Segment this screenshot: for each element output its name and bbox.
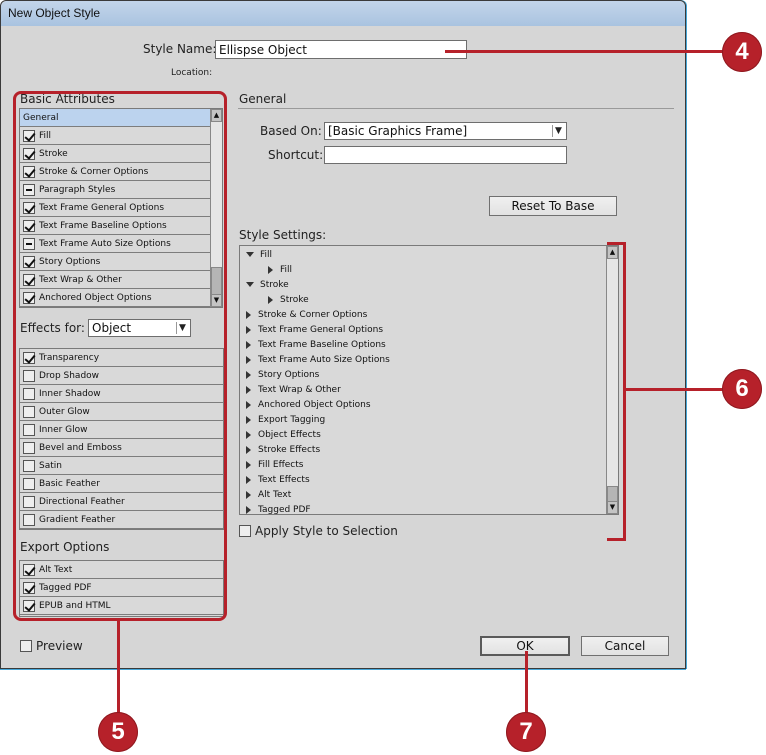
- apply-style-label: Apply Style to Selection: [255, 524, 398, 538]
- collapsed-triangle-icon[interactable]: [246, 400, 251, 409]
- style-setting-node[interactable]: Alt Text: [246, 487, 604, 502]
- style-settings-heading: Style Settings:: [239, 228, 327, 242]
- expanded-triangle-icon[interactable]: [246, 282, 254, 287]
- callout-5-badge: 5: [98, 712, 138, 752]
- collapsed-triangle-icon[interactable]: [246, 310, 251, 319]
- style-setting-label: Story Options: [258, 369, 320, 380]
- style-setting-node[interactable]: Text Frame Auto Size Options: [246, 352, 604, 367]
- callout-6-badge: 6: [722, 369, 762, 409]
- style-setting-label: Text Frame General Options: [258, 324, 384, 335]
- based-on-select[interactable]: [Basic Graphics Frame] ▼: [324, 122, 567, 140]
- style-setting-label: Object Effects: [258, 429, 321, 440]
- collapsed-triangle-icon[interactable]: [246, 385, 251, 394]
- cancel-button[interactable]: Cancel: [581, 636, 669, 656]
- callout-6-bracket-side: [623, 242, 626, 541]
- preview-checkbox-box[interactable]: [20, 640, 32, 652]
- style-setting-label: Export Tagging: [258, 414, 326, 425]
- preview-checkbox[interactable]: Preview: [20, 639, 83, 653]
- style-setting-node[interactable]: Text Frame Baseline Options: [246, 337, 604, 352]
- style-setting-node[interactable]: Fill Effects: [246, 457, 604, 472]
- style-setting-label: Alt Text: [258, 489, 292, 500]
- style-settings-scrollbar[interactable]: ▲ ▼: [606, 246, 618, 514]
- scroll-up-arrow-icon[interactable]: ▲: [607, 246, 618, 259]
- style-setting-node[interactable]: Tagged PDF: [246, 502, 604, 515]
- dropdown-arrow-icon: ▼: [552, 125, 564, 137]
- style-setting-label: Stroke Effects: [258, 444, 321, 455]
- callout-5-highlight-box: [13, 91, 227, 621]
- style-name-label: Style Name:: [143, 42, 217, 56]
- style-setting-node[interactable]: Stroke Effects: [246, 442, 604, 457]
- based-on-label: Based On:: [260, 124, 322, 138]
- apply-style-checkbox-box[interactable]: [239, 525, 251, 537]
- title-bar: New Object Style: [1, 1, 685, 26]
- style-setting-node[interactable]: Stroke: [246, 292, 604, 307]
- callout-6-line: [626, 388, 726, 391]
- style-setting-node[interactable]: Anchored Object Options: [246, 397, 604, 412]
- general-divider: [238, 108, 674, 109]
- style-setting-label: Fill: [280, 264, 293, 275]
- style-setting-label: Text Frame Baseline Options: [258, 339, 386, 350]
- window-title: New Object Style: [8, 6, 101, 20]
- collapsed-triangle-icon[interactable]: [246, 445, 251, 454]
- style-setting-node[interactable]: Object Effects: [246, 427, 604, 442]
- apply-style-checkbox[interactable]: Apply Style to Selection: [239, 524, 398, 538]
- callout-7-badge: 7: [506, 712, 546, 752]
- collapsed-triangle-icon[interactable]: [246, 430, 251, 439]
- collapsed-triangle-icon[interactable]: [268, 295, 273, 304]
- collapsed-triangle-icon[interactable]: [246, 505, 251, 514]
- preview-label: Preview: [36, 639, 83, 653]
- scroll-down-arrow-icon[interactable]: ▼: [607, 501, 618, 514]
- callout-7-line: [525, 651, 528, 715]
- style-setting-node[interactable]: Fill: [246, 247, 604, 262]
- collapsed-triangle-icon[interactable]: [246, 340, 251, 349]
- style-name-input[interactable]: Ellispse Object: [215, 40, 467, 59]
- style-setting-label: Text Frame Auto Size Options: [258, 354, 390, 365]
- scroll-thumb[interactable]: [607, 486, 618, 502]
- based-on-value: [Basic Graphics Frame]: [328, 124, 468, 138]
- collapsed-triangle-icon[interactable]: [246, 370, 251, 379]
- expanded-triangle-icon[interactable]: [246, 252, 254, 257]
- collapsed-triangle-icon[interactable]: [246, 325, 251, 334]
- callout-5-line: [117, 621, 120, 714]
- style-setting-node[interactable]: Text Wrap & Other: [246, 382, 604, 397]
- style-setting-label: Text Effects: [258, 474, 310, 485]
- collapsed-triangle-icon[interactable]: [246, 460, 251, 469]
- collapsed-triangle-icon[interactable]: [268, 265, 273, 274]
- callout-6-bracket-bottom: [607, 538, 626, 541]
- collapsed-triangle-icon[interactable]: [246, 415, 251, 424]
- reset-to-base-button[interactable]: Reset To Base: [489, 196, 617, 216]
- collapsed-triangle-icon[interactable]: [246, 355, 251, 364]
- callout-4-line: [445, 50, 723, 53]
- shortcut-input[interactable]: [324, 146, 567, 164]
- collapsed-triangle-icon[interactable]: [246, 490, 251, 499]
- callout-4-badge: 4: [722, 32, 762, 72]
- collapsed-triangle-icon[interactable]: [246, 475, 251, 484]
- style-setting-node[interactable]: Export Tagging: [246, 412, 604, 427]
- shortcut-label: Shortcut:: [268, 148, 324, 162]
- style-setting-label: Fill Effects: [258, 459, 304, 470]
- style-setting-node[interactable]: Story Options: [246, 367, 604, 382]
- style-setting-label: Tagged PDF: [258, 504, 311, 515]
- style-setting-node[interactable]: Stroke & Corner Options: [246, 307, 604, 322]
- style-setting-node[interactable]: Stroke: [246, 277, 604, 292]
- style-setting-label: Stroke & Corner Options: [258, 309, 368, 320]
- style-setting-label: Stroke: [260, 279, 289, 290]
- general-heading: General: [239, 92, 287, 106]
- style-setting-label: Stroke: [280, 294, 309, 305]
- style-setting-node[interactable]: Fill: [246, 262, 604, 277]
- location-label: Location:: [171, 68, 213, 78]
- style-setting-node[interactable]: Text Effects: [246, 472, 604, 487]
- style-settings-tree: Fill Fill Stroke Stroke Stroke & Corner Opti…: [239, 245, 619, 515]
- style-setting-label: Anchored Object Options: [258, 399, 371, 410]
- style-setting-label: Text Wrap & Other: [258, 384, 341, 395]
- style-setting-node[interactable]: Text Frame General Options: [246, 322, 604, 337]
- style-setting-label: Fill: [260, 249, 273, 260]
